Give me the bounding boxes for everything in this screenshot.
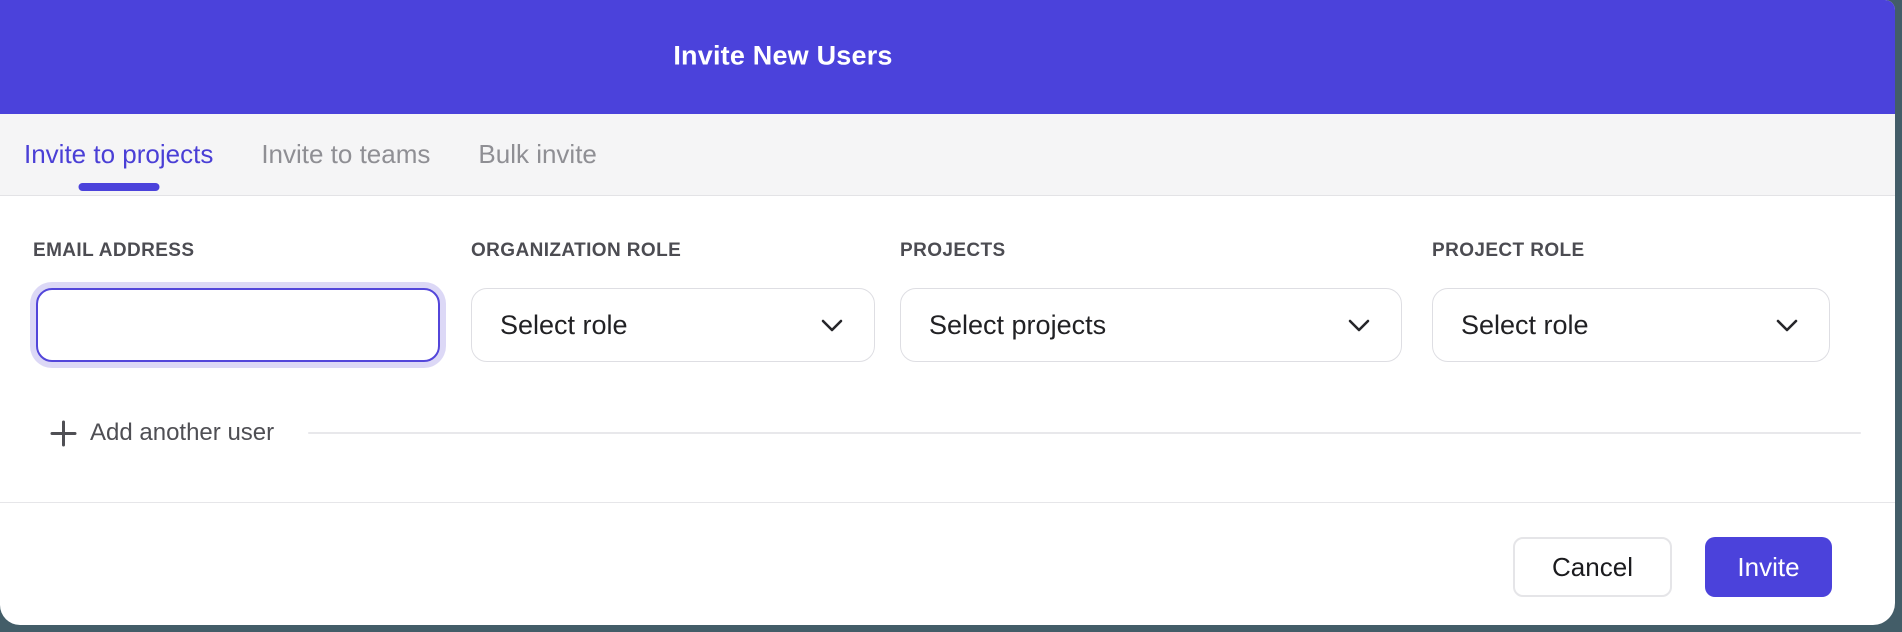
active-tab-underline (78, 183, 159, 191)
tab-invite-to-teams[interactable]: Invite to teams (261, 114, 430, 195)
project-role-select-value: Select role (1461, 310, 1589, 341)
dialog-title: Invite New Users (673, 40, 892, 71)
projects-select-value: Select projects (929, 310, 1106, 341)
tab-label: Bulk invite (478, 139, 597, 170)
organization-role-field-group: ORGANIZATION ROLE Select role (471, 240, 875, 362)
tab-label: Invite to teams (261, 139, 430, 170)
add-user-row: Add another user (50, 413, 1861, 453)
row-divider (308, 432, 1861, 434)
backdrop: Invite New Users Invite to projects Invi… (0, 0, 1902, 632)
projects-field-group: PROJECTS Select projects (900, 240, 1402, 362)
invite-users-dialog: Invite New Users Invite to projects Invi… (0, 0, 1895, 625)
email-address-field-group: EMAIL ADDRESS (33, 240, 447, 362)
footer-divider (0, 502, 1895, 503)
tab-label: Invite to projects (24, 139, 213, 170)
chevron-down-icon (1347, 318, 1371, 333)
project-role-field-group: PROJECT ROLE Select role (1432, 240, 1830, 362)
tab-invite-to-projects[interactable]: Invite to projects (24, 114, 213, 195)
organization-role-label: ORGANIZATION ROLE (471, 240, 875, 262)
chevron-down-icon (820, 318, 844, 333)
projects-select[interactable]: Select projects (900, 288, 1402, 362)
organization-role-select-value: Select role (500, 310, 628, 341)
dialog-header: Invite New Users (0, 0, 1895, 114)
tab-bar: Invite to projects Invite to teams Bulk … (0, 114, 1895, 196)
email-address-label: EMAIL ADDRESS (33, 240, 447, 262)
email-input[interactable] (36, 288, 440, 362)
tab-bulk-invite[interactable]: Bulk invite (478, 114, 597, 195)
project-role-select[interactable]: Select role (1432, 288, 1830, 362)
add-another-user-button[interactable]: Add another user (50, 419, 274, 447)
project-role-label: PROJECT ROLE (1432, 240, 1830, 262)
chevron-down-icon (1775, 318, 1799, 333)
cancel-button[interactable]: Cancel (1513, 537, 1672, 597)
invite-button[interactable]: Invite (1705, 537, 1832, 597)
projects-label: PROJECTS (900, 240, 1402, 262)
add-another-user-label: Add another user (90, 419, 274, 447)
plus-icon (50, 420, 77, 447)
organization-role-select[interactable]: Select role (471, 288, 875, 362)
